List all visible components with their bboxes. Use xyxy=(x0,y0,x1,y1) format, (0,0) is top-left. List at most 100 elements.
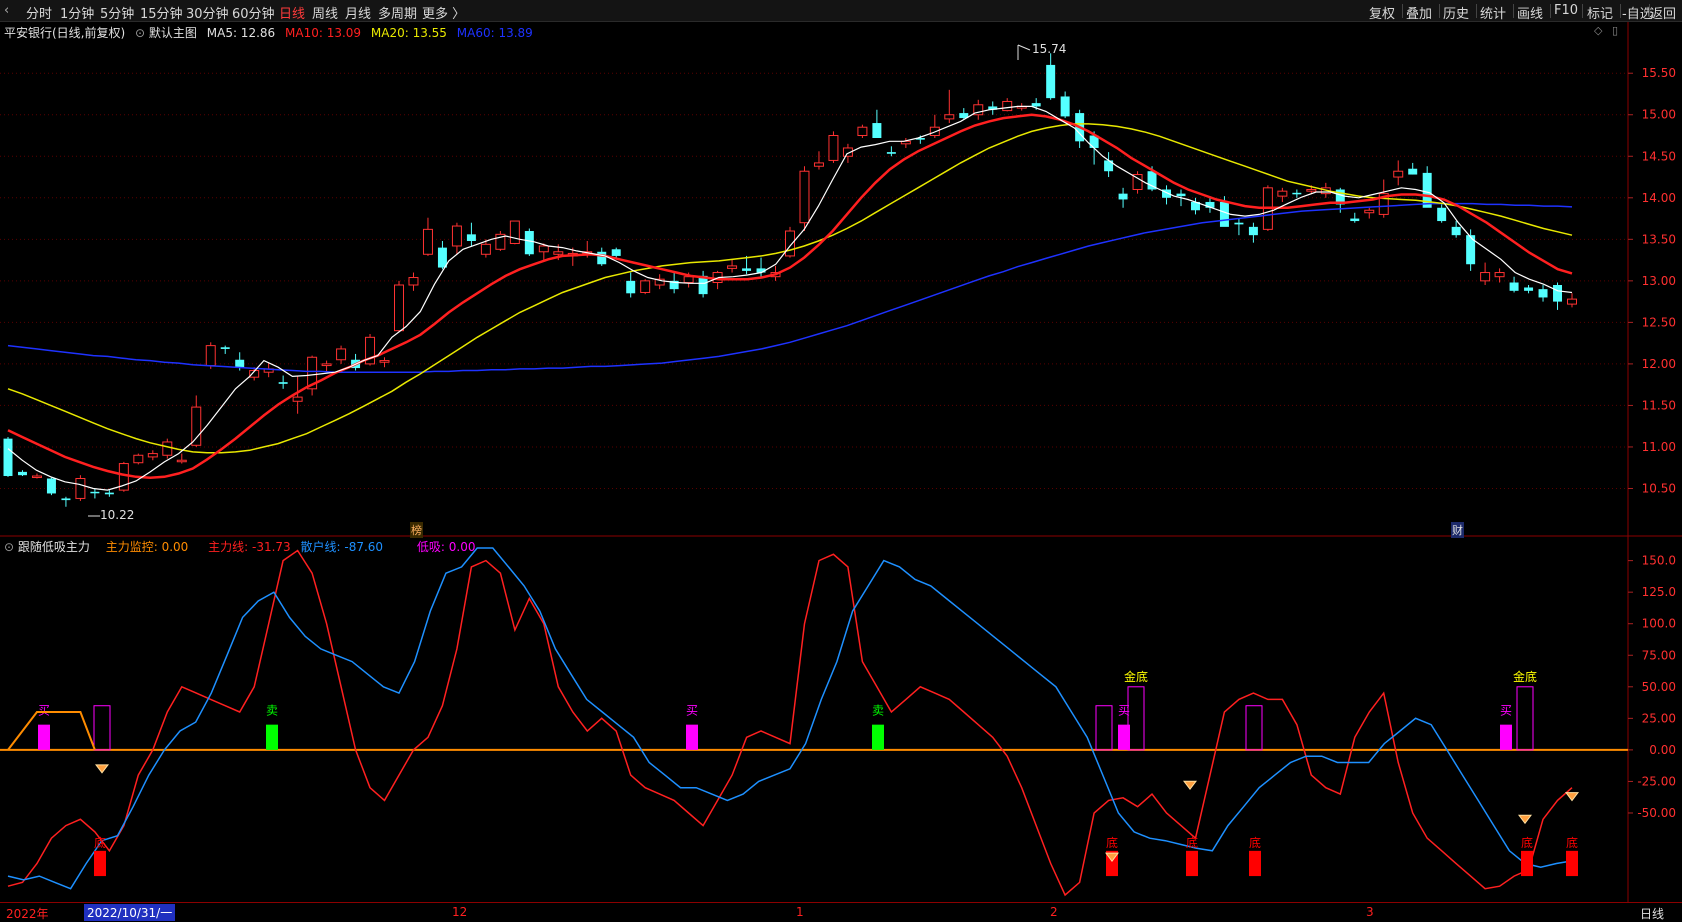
bang-marker[interactable]: 榜 xyxy=(410,522,423,538)
candle-body xyxy=(61,498,71,501)
candle-body xyxy=(1466,235,1476,265)
main-indicator-name[interactable]: 默认主图 xyxy=(149,26,197,40)
buy-box xyxy=(93,705,111,751)
candle-body xyxy=(640,280,651,293)
tab-60min[interactable]: 60分钟 xyxy=(232,3,275,22)
candle-body xyxy=(929,126,940,137)
tab-5min[interactable]: 5分钟 xyxy=(100,3,134,22)
y-tick-label: 13.50 xyxy=(1642,232,1676,246)
candle-body xyxy=(1002,100,1013,112)
bottom-bar xyxy=(1106,850,1118,877)
mark-button[interactable]: 标记 xyxy=(1587,3,1613,22)
tab-more[interactable]: 更多 〉 xyxy=(422,3,465,22)
candle-body xyxy=(249,370,260,378)
diamond-icon[interactable]: ◇ xyxy=(1594,24,1602,37)
candle-body xyxy=(770,272,781,278)
candle-body xyxy=(437,247,447,268)
bottom-bar xyxy=(1249,850,1261,877)
candle-body xyxy=(1567,298,1577,305)
candle-body xyxy=(1350,218,1360,222)
bottom-label: 底 xyxy=(94,835,106,850)
tab-15min[interactable]: 15分钟 xyxy=(140,3,183,22)
candle-body xyxy=(480,243,491,255)
window-icon[interactable]: ▯ xyxy=(1612,24,1618,37)
candle-body xyxy=(292,396,303,402)
zljk-value: 主力监控: 0.00 xyxy=(105,540,189,554)
signal-label: 买 xyxy=(38,704,50,718)
back-icon[interactable]: ‹ xyxy=(4,3,9,18)
bottom-bar xyxy=(1566,850,1578,877)
tab-daily[interactable]: 日线 xyxy=(279,3,305,22)
candle-body xyxy=(1378,193,1389,215)
candle-body xyxy=(1089,135,1099,148)
candle-body xyxy=(857,126,868,137)
candle-body xyxy=(582,251,593,254)
candle-body xyxy=(785,230,795,257)
tab-weekly[interactable]: 周线 xyxy=(312,3,338,22)
cursor-date-label: 2022/10/31/一 xyxy=(84,904,176,921)
candle-body xyxy=(17,471,27,476)
candle-body xyxy=(1422,172,1432,208)
signal-label: 卖 xyxy=(266,704,278,718)
candle-body xyxy=(597,251,607,265)
candle-body xyxy=(813,162,824,167)
bottom-label: 底 xyxy=(1249,835,1261,850)
candle-body xyxy=(162,441,173,456)
tab-1min[interactable]: 1分钟 xyxy=(60,3,94,22)
draw-line-button[interactable]: 画线 xyxy=(1517,3,1543,22)
low-annotation: 10.22 xyxy=(100,508,135,522)
candle-body xyxy=(1132,174,1143,190)
candle-body xyxy=(133,454,144,464)
stats-button[interactable]: 统计 xyxy=(1480,3,1506,22)
candle-body xyxy=(538,245,549,253)
y-tick-label: 10.50 xyxy=(1642,481,1676,495)
y-tick-label: 14.50 xyxy=(1642,149,1676,163)
signal-bar xyxy=(1118,724,1130,750)
candle-body xyxy=(278,382,288,384)
candle-body xyxy=(1393,170,1404,178)
candle-body xyxy=(727,265,738,269)
sub-legend: ⊙ 跟随低吸主力 主力监控: 0.00 主力线: -31.73 散户线: -87… xyxy=(4,538,475,555)
signal-label: 买 xyxy=(1118,704,1130,718)
tab-30min[interactable]: 30分钟 xyxy=(186,3,229,22)
tab-multi-period[interactable]: 多周期 xyxy=(378,3,417,22)
candle-body xyxy=(147,453,158,458)
candle-body xyxy=(90,491,100,494)
candle-body xyxy=(1408,168,1418,175)
candle-body xyxy=(205,345,216,367)
candle-body xyxy=(1262,187,1273,230)
fuquan-button[interactable]: 复权 xyxy=(1369,3,1395,22)
candle-body xyxy=(466,234,476,241)
candle-body xyxy=(1480,272,1491,282)
sub-indicator-toggle-icon[interactable]: ⊙ xyxy=(4,540,14,554)
f10-button[interactable]: F10 xyxy=(1554,3,1578,18)
bottom-bar xyxy=(1186,850,1198,877)
y-tick-label: 75.00 xyxy=(1642,648,1676,662)
candle-body xyxy=(451,225,462,247)
return-button[interactable]: 返回 xyxy=(1650,3,1676,22)
tab-fenshi[interactable]: 分时 xyxy=(26,3,52,22)
candle-body xyxy=(1075,113,1085,142)
bottom-bar xyxy=(1521,850,1533,877)
history-button[interactable]: 历史 xyxy=(1443,3,1469,22)
candle-body xyxy=(553,251,564,255)
month-label: 2 xyxy=(1050,905,1058,919)
indicator-toggle-icon[interactable]: ⊙ xyxy=(135,26,145,40)
sub-indicator-name[interactable]: 跟随低吸主力 xyxy=(18,540,90,554)
candle-body xyxy=(1538,289,1548,298)
stock-title[interactable]: 平安银行(日线,前复权) xyxy=(4,26,125,40)
signal-bar xyxy=(1500,724,1512,750)
candle-body xyxy=(1118,193,1128,200)
tab-monthly[interactable]: 月线 xyxy=(345,3,371,22)
diejia-button[interactable]: 叠加 xyxy=(1406,3,1432,22)
bottom-label: 底 xyxy=(1566,835,1578,850)
candle-body xyxy=(1104,160,1114,172)
cai-marker[interactable]: 财 xyxy=(1451,522,1464,538)
bottom-label: 底 xyxy=(1186,835,1198,850)
signal-bar xyxy=(266,724,278,750)
candle-body xyxy=(1364,209,1375,214)
signal-bar xyxy=(38,724,50,750)
y-tick-label: -50.00 xyxy=(1637,806,1676,820)
y-tick-label: 12.50 xyxy=(1642,315,1676,329)
daily-tab[interactable]: 日线 xyxy=(1640,905,1664,922)
